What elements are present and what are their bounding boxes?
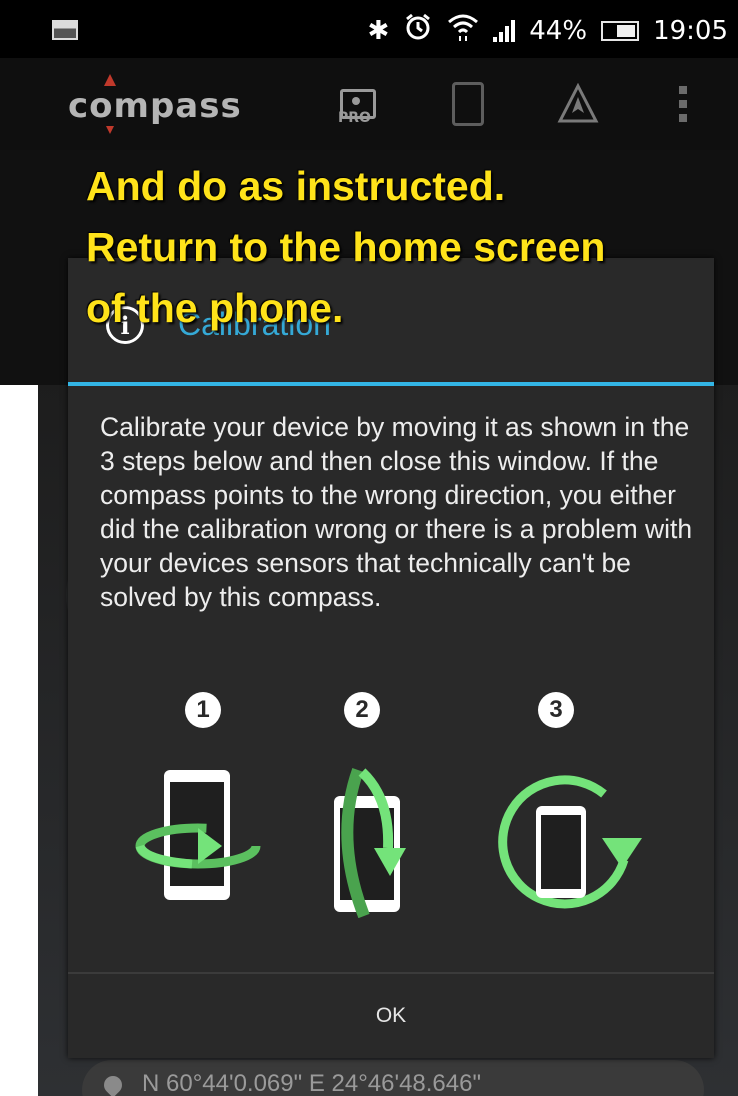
rotate-flat-icon <box>498 775 642 909</box>
logo-arrow-down-icon <box>106 126 114 134</box>
dialog-title-divider <box>68 382 714 386</box>
ok-button[interactable]: OK <box>68 974 714 1058</box>
rotate-vertical-icon <box>334 768 406 918</box>
rotate-screen-button[interactable] <box>440 76 496 132</box>
alarm-icon <box>403 12 433 49</box>
coordinates-bar: N 60°44'0.069" E 24°46'48.646" <box>82 1060 704 1096</box>
rotate-horizontal-icon <box>135 770 261 900</box>
screenshot: ✱ 44% 19:05 compass PRO And do as instru… <box>0 0 738 1096</box>
pro-label: PRO <box>338 110 371 126</box>
status-bar: ✱ 44% 19:05 <box>0 0 738 58</box>
app-logo: compass <box>68 86 242 126</box>
image-notification-icon <box>52 20 78 40</box>
dialog-message: Calibrate your device by moving it as sh… <box>100 412 693 612</box>
location-pin-icon <box>100 1072 126 1096</box>
overflow-menu-icon <box>679 86 687 122</box>
navigation-button[interactable] <box>550 76 606 132</box>
step-number-3: 3 <box>538 692 574 728</box>
coordinates-text: N 60°44'0.069" E 24°46'48.646" <box>142 1070 481 1096</box>
action-bar: compass PRO <box>0 58 738 150</box>
signal-icon <box>493 19 516 42</box>
caption-line-3: of the phone. <box>86 285 344 331</box>
step-number-1: 1 <box>185 692 221 728</box>
clock: 19:05 <box>653 15 728 46</box>
calibration-dialog: i Calibration Calibrate your device by m… <box>68 258 714 1058</box>
bluetooth-icon: ✱ <box>367 15 390 46</box>
logo-arrow-up-icon <box>104 74 116 86</box>
overflow-menu-button[interactable] <box>668 76 698 132</box>
instruction-caption: And do as instructed. Return to the home… <box>86 156 605 339</box>
caption-line-1: And do as instructed. <box>86 163 506 209</box>
wifi-icon <box>447 12 479 49</box>
rotate-screen-icon <box>452 82 484 126</box>
caption-line-2: Return to the home screen <box>86 224 606 270</box>
step-number-2: 2 <box>344 692 380 728</box>
battery-percent: 44% <box>529 15 588 46</box>
navigation-icon <box>557 83 599 123</box>
battery-icon <box>601 20 640 41</box>
